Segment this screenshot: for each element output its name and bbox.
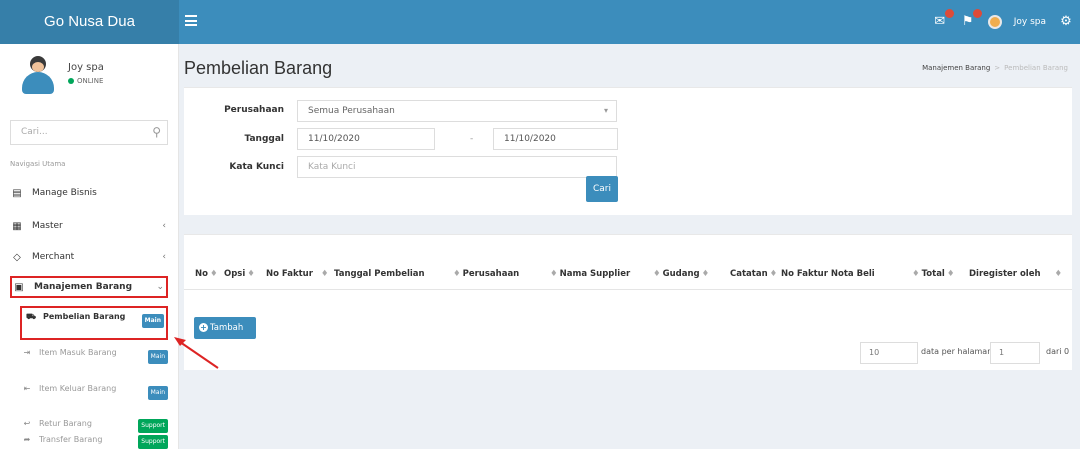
col-header[interactable]: ♦ Total ♦: [910, 269, 956, 279]
navbar-right: ✉ ⚑ Joy spa ⚙: [932, 0, 1074, 44]
badge-main: Main: [141, 314, 164, 328]
sidebar-item-manage-bisnis[interactable]: ▤ Manage Bisnis: [10, 181, 168, 205]
sidebar-item-merchant[interactable]: ◇ Merchant ‹: [10, 245, 168, 269]
col-header[interactable]: ♦ Perusahaan: [451, 269, 519, 279]
col-header[interactable]: Diregister oleh ♦: [969, 269, 1064, 279]
filter-panel: Perusahaan Semua Perusahaan ▾ Tanggal 11…: [184, 87, 1072, 215]
table-panel: No ♦ Opsi ♦ No Faktur ♦ Tanggal Pembelian ♦…: [184, 234, 1072, 370]
search-placeholder: Cari...: [21, 127, 48, 137]
sidebar-subitem-item-keluar[interactable]: ⇤ Item Keluar Barang Main: [20, 383, 168, 413]
col-header[interactable]: Tanggal Pembelian: [334, 269, 425, 279]
share-icon: ➦: [23, 435, 31, 444]
date-from-input[interactable]: 11/10/2020: [297, 128, 435, 150]
table-header: No ♦ Opsi ♦ No Faktur ♦ Tanggal Pembelian ♦…: [184, 260, 1072, 290]
sidebar-subitem-transfer-barang[interactable]: ➦ Transfer Barang Support: [20, 434, 168, 449]
sidebar-subitem-pembelian-barang[interactable]: ⛟ Pembelian Barang Main: [20, 306, 168, 340]
keyword-input[interactable]: Kata Kunci: [297, 156, 617, 178]
sign-out-icon: ⇤: [23, 384, 31, 393]
search-button[interactable]: Cari: [586, 176, 618, 202]
col-header[interactable]: ♦ Gudang ♦: [651, 269, 711, 279]
col-header[interactable]: Opsi ♦: [224, 269, 257, 279]
sidebar-search-input[interactable]: Cari... ⚲: [10, 120, 168, 145]
flag-icon[interactable]: ⚑: [960, 9, 982, 30]
sidebar-item-master[interactable]: ▦ Master ‹: [10, 214, 168, 238]
online-dot-icon: [68, 78, 74, 84]
date-separator: -: [470, 134, 474, 144]
sidebar-user-name: Joy spa: [68, 62, 104, 73]
box-icon: ▣: [14, 281, 24, 293]
perusahaan-label: Perusahaan: [224, 105, 284, 115]
search-icon[interactable]: ⚲: [152, 125, 161, 139]
chevron-left-icon: ‹: [162, 221, 166, 231]
book-icon: ▤: [12, 187, 22, 199]
sign-in-icon: ⇥: [23, 348, 31, 357]
chevron-left-icon: ‹: [162, 252, 166, 262]
breadcrumb-current: Pembelian Barang: [1004, 64, 1068, 72]
brand-logo[interactable]: Go Nusa Dua: [0, 0, 179, 44]
badge-main: Main: [147, 350, 168, 364]
date-to-input[interactable]: 11/10/2020: [493, 128, 618, 150]
cart-icon: ⛟: [25, 312, 37, 321]
badge-support: Support: [138, 435, 168, 449]
perusahaan-select[interactable]: Semua Perusahaan ▾: [297, 100, 617, 122]
tag-icon: ◇: [13, 251, 21, 263]
user-panel: Joy spa ONLINE: [0, 44, 179, 109]
notification-icon[interactable]: ✉: [932, 9, 954, 30]
badge-main: Main: [147, 386, 168, 400]
col-header[interactable]: No Faktur Nota Beli: [781, 269, 875, 279]
page-title: Pembelian Barang: [184, 58, 333, 78]
nav-header: Navigasi Utama: [10, 160, 66, 168]
gears-icon[interactable]: ⚙: [1058, 14, 1074, 30]
col-header[interactable]: Catatan ♦: [730, 269, 779, 279]
top-navbar: Go Nusa Dua ✉ ⚑ Joy spa ⚙: [0, 0, 1080, 44]
user-avatar: [22, 56, 54, 94]
sidebar: Joy spa ONLINE Cari... ⚲ Navigasi Utama …: [0, 44, 179, 449]
badge-support: Support: [138, 419, 168, 433]
sidebar-subitem-retur-barang[interactable]: ↩ Retur Barang Support: [20, 418, 168, 434]
col-header[interactable]: ♦ Nama Supplier: [548, 269, 630, 279]
per-page-input[interactable]: 10: [860, 342, 918, 364]
page-number-input[interactable]: 1: [990, 342, 1040, 364]
table-icon: ▦: [12, 220, 22, 232]
page-total-label: dari 0: [1046, 347, 1070, 356]
return-icon: ↩: [23, 419, 31, 428]
online-status: ONLINE: [68, 77, 103, 85]
add-button[interactable]: + Tambah: [194, 317, 256, 339]
user-avatar[interactable]: [987, 15, 1002, 29]
col-header[interactable]: No Faktur ♦: [266, 269, 331, 279]
sidebar-toggle-icon[interactable]: [185, 15, 197, 26]
breadcrumb: Manajemen Barang > Pembelian Barang: [922, 64, 1068, 72]
navbar-user-name[interactable]: Joy spa: [1014, 17, 1046, 27]
plus-circle-icon: +: [199, 323, 208, 332]
breadcrumb-link[interactable]: Manajemen Barang: [922, 64, 990, 72]
tanggal-label: Tanggal: [244, 134, 284, 144]
col-header[interactable]: No ♦: [195, 269, 220, 279]
sidebar-subitem-item-masuk[interactable]: ⇥ Item Masuk Barang Main: [20, 347, 168, 377]
caret-down-icon: ▾: [603, 106, 608, 115]
keyword-label: Kata Kunci: [229, 162, 284, 172]
per-page-label: data per halaman: [921, 347, 993, 356]
chevron-down-icon: ⌄: [156, 282, 164, 292]
sidebar-item-manajemen-barang[interactable]: ▣ Manajemen Barang ⌄: [10, 276, 168, 298]
